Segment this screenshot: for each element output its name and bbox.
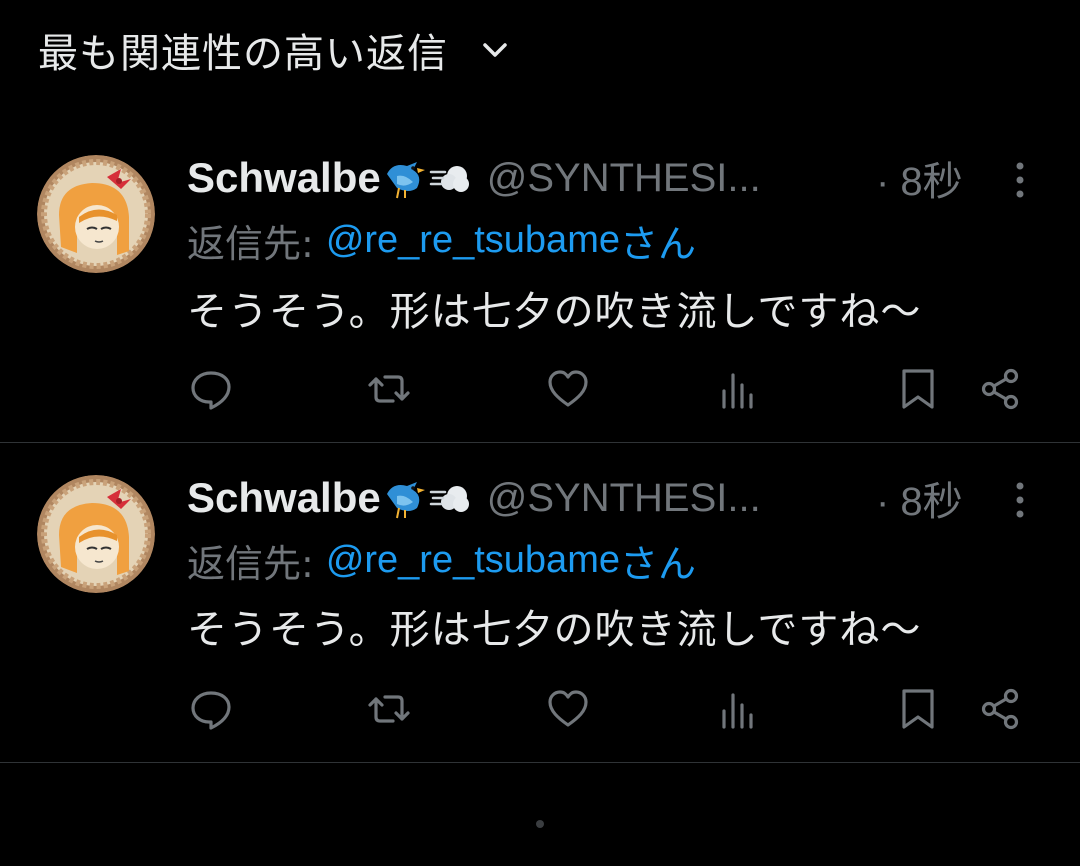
reply-sort-dropdown[interactable]: 最も関連性の高い返信 <box>38 22 510 78</box>
views-icon[interactable] <box>716 687 760 731</box>
replying-to-honorific: さん <box>619 221 696 266</box>
more-options-icon[interactable] <box>1006 158 1034 202</box>
replying-to-user-link[interactable]: @re_re_tsubame <box>326 219 620 262</box>
retweet-icon[interactable] <box>367 687 411 731</box>
reply-sort-label: 最も関連性の高い返信 <box>38 31 448 77</box>
tweet-timestamp[interactable]: · 8秒 <box>876 472 963 524</box>
like-icon[interactable] <box>546 367 590 411</box>
tweet-header: Schwalbe @SYNTHESI... <box>187 472 761 524</box>
views-icon[interactable] <box>716 367 760 411</box>
like-icon[interactable] <box>546 687 590 731</box>
tweet-text: そうそう。形は七夕の吹き流しですね〜 <box>187 289 922 335</box>
tweet-actions <box>0 364 1080 414</box>
chevron-down-icon <box>480 35 510 65</box>
share-icon[interactable] <box>978 367 1022 411</box>
bird-emoji-icon <box>383 156 427 200</box>
bookmark-icon[interactable] <box>896 367 940 411</box>
dash-emoji-icon <box>429 156 473 200</box>
replying-to-label: 返信先: <box>187 541 314 586</box>
tweet-actions <box>0 684 1080 734</box>
user-handle[interactable]: @SYNTHESI... <box>487 156 761 201</box>
retweet-icon[interactable] <box>367 367 411 411</box>
share-icon[interactable] <box>978 687 1022 731</box>
tweet-timestamp[interactable]: · 8秒 <box>876 152 963 204</box>
display-name[interactable]: Schwalbe <box>187 474 381 522</box>
reply-icon[interactable] <box>189 687 233 731</box>
reply-tweet[interactable]: Schwalbe @SYNTHESI... · 8秒 返信先: @re_re_t… <box>0 118 1080 443</box>
user-handle[interactable]: @SYNTHESI... <box>487 476 761 521</box>
loading-indicator-dot <box>536 820 544 828</box>
dash-emoji-icon <box>429 476 473 520</box>
replying-to-label: 返信先: <box>187 221 314 266</box>
reply-icon[interactable] <box>189 367 233 411</box>
more-options-icon[interactable] <box>1006 478 1034 522</box>
replying-to-honorific: さん <box>619 541 696 586</box>
avatar[interactable] <box>37 475 155 593</box>
replying-to: 返信先: @re_re_tsubame さん <box>187 534 696 586</box>
display-name[interactable]: Schwalbe <box>187 154 381 202</box>
avatar[interactable] <box>37 155 155 273</box>
tweet-text: そうそう。形は七夕の吹き流しですね〜 <box>187 607 922 653</box>
tweet-header: Schwalbe @SYNTHESI... <box>187 152 761 204</box>
bird-emoji-icon <box>383 476 427 520</box>
reply-tweet[interactable]: Schwalbe @SYNTHESI... · 8秒 返信先: @re_re_t… <box>0 442 1080 763</box>
replying-to: 返信先: @re_re_tsubame さん <box>187 214 696 266</box>
bookmark-icon[interactable] <box>896 687 940 731</box>
replying-to-user-link[interactable]: @re_re_tsubame <box>326 539 620 582</box>
